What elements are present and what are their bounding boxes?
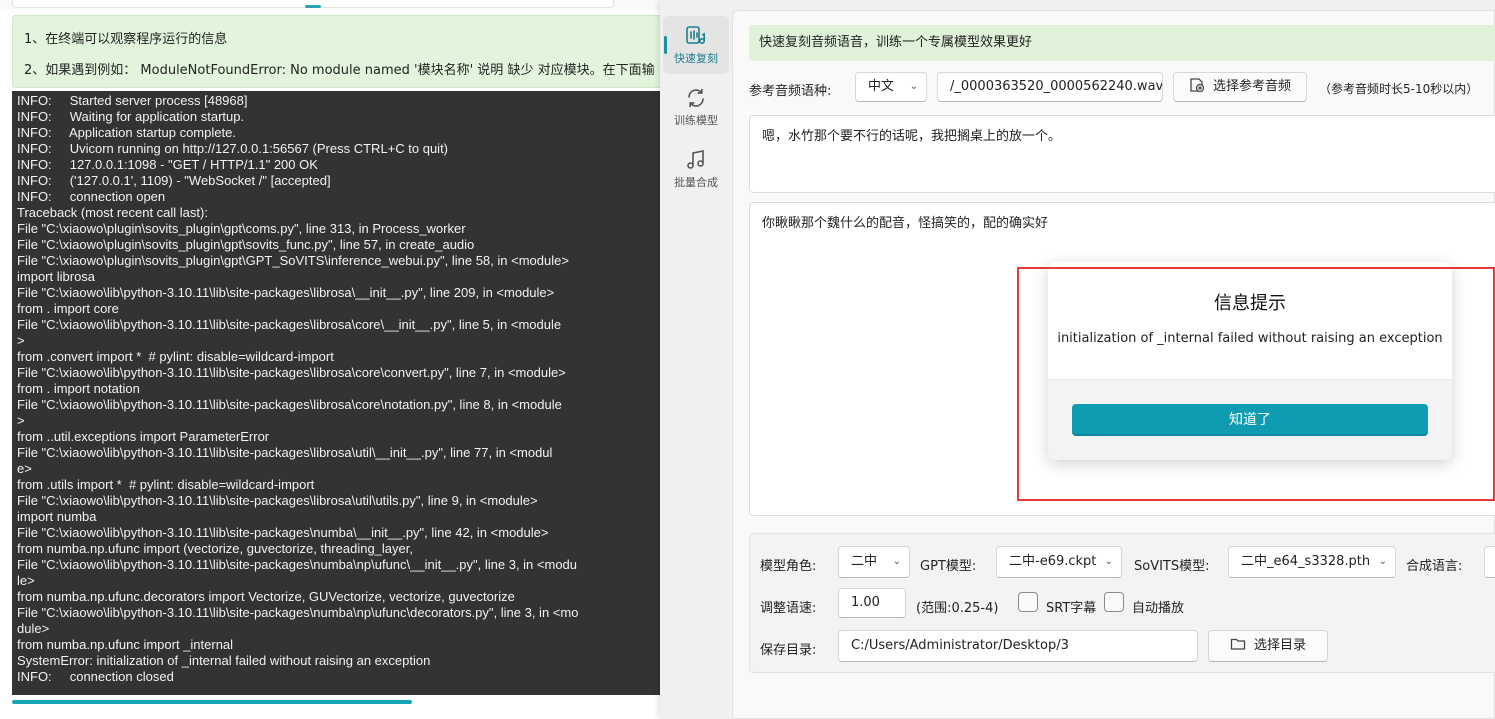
- terminal-line: File "C:\xiaowo\lib\python-3.10.11\lib\s…: [17, 365, 566, 380]
- hint-line-1: 1、在终端可以观察程序运行的信息: [24, 32, 228, 47]
- terminal-line: import numba: [17, 509, 97, 524]
- audio-clone-icon: [686, 26, 706, 45]
- music-note-icon: [687, 150, 704, 169]
- sovits-model-select[interactable]: 二中_e64_s3328.pth ⌄: [1228, 546, 1396, 578]
- terminal-line: File "C:\xiaowo\lib\python-3.10.11\lib\s…: [17, 557, 578, 572]
- terminal-line: SystemError: initialization of _internal…: [17, 653, 431, 668]
- terminal-line: File "C:\xiaowo\lib\python-3.10.11\lib\s…: [17, 397, 562, 412]
- terminal-line: from . import core: [17, 301, 119, 316]
- terminal-line: Traceback (most recent call last):: [17, 205, 208, 220]
- terminal-line: from ..util.exceptions import ParameterE…: [17, 429, 270, 444]
- sovits-model-label: SoVITS模型:: [1134, 559, 1210, 574]
- tab-indicator: [305, 5, 321, 8]
- terminal-line: INFO: connection open: [17, 189, 166, 204]
- gpt-model-label: GPT模型:: [920, 559, 977, 574]
- ref-text-input[interactable]: 嗯，水竹那个要不行的话呢，我把搁桌上的放一个。: [749, 115, 1495, 193]
- terminal-line: INFO: ('127.0.0.1', 1109) - "WebSocket /…: [17, 173, 331, 188]
- terminal-line: from numba.np.ufunc import _internal: [17, 637, 234, 652]
- terminal-line: INFO: Waiting for application startup.: [17, 109, 245, 124]
- terminal-line: File "C:\xiaowo\plugin\sovits_plugin\gpt…: [17, 237, 475, 252]
- terminal-line: >: [17, 413, 25, 428]
- hint-line-2: 2、如果遇到例如： ModuleNotFoundError: No module…: [24, 63, 655, 78]
- speed-label: 调整语速:: [760, 601, 817, 616]
- nav-label: 快速复刻: [674, 52, 718, 65]
- terminal-line: File "C:\xiaowo\lib\python-3.10.11\lib\s…: [17, 317, 562, 332]
- nav-item-train-model[interactable]: 训练模型: [663, 78, 729, 136]
- progress-bar: [12, 700, 412, 704]
- nav-label: 批量合成: [674, 176, 718, 189]
- settings-panel: 模型角色: 二中 ⌄ GPT模型: 二中-e69.ckpt ⌄ SoVITS模型…: [749, 533, 1495, 673]
- ref-lang-label: 参考音频语种:: [749, 84, 832, 99]
- sovits-model-value: 二中_e64_s3328.pth: [1241, 554, 1371, 569]
- terminal-line: INFO: Application startup complete.: [17, 125, 236, 140]
- autoplay-checkbox[interactable]: [1104, 592, 1124, 612]
- hint-box: 1、在终端可以观察程序运行的信息 2、如果遇到例如： ModuleNotFoun…: [12, 15, 660, 88]
- speed-input[interactable]: 1.00: [838, 588, 906, 618]
- terminal-line: le>: [17, 573, 35, 588]
- role-select[interactable]: 二中 ⌄: [838, 546, 910, 578]
- role-label: 模型角色:: [760, 559, 817, 574]
- chevron-down-icon: ⌄: [892, 556, 901, 567]
- synth-lang-select[interactable]: [1484, 546, 1495, 578]
- terminal-line: INFO: Uvicorn running on http://127.0.0.…: [17, 141, 449, 156]
- srt-checkbox[interactable]: [1018, 592, 1038, 612]
- terminal-line: INFO: 127.0.0.1:1098 - "GET / HTTP/1.1" …: [17, 157, 318, 172]
- terminal-line: import librosa: [17, 269, 96, 284]
- console-pane: 1、在终端可以观察程序运行的信息 2、如果遇到例如： ModuleNotFoun…: [0, 0, 660, 719]
- terminal-line: from .convert import * # pylint: disable…: [17, 349, 334, 364]
- choose-ref-audio-button[interactable]: 选择参考音频: [1173, 72, 1307, 102]
- autoplay-label: 自动播放: [1132, 601, 1185, 616]
- ref-audio-file-field[interactable]: /_0000363520_0000562240.wav: [937, 72, 1163, 102]
- terminal-output[interactable]: INFO: Started server process [48968] INFO…: [12, 91, 660, 695]
- terminal-line: from numba.np.ufunc.decorators import Ve…: [17, 589, 515, 604]
- terminal-line: File "C:\xiaowo\lib\python-3.10.11\lib\s…: [17, 285, 555, 300]
- side-nav: 快速复刻 训练模型 批量合成: [660, 0, 732, 719]
- add-file-icon: [1190, 78, 1205, 93]
- nav-label: 训练模型: [674, 114, 718, 127]
- role-value: 二中: [851, 554, 878, 569]
- terminal-line: File "C:\xiaowo\lib\python-3.10.11\lib\s…: [17, 605, 579, 620]
- terminal-line: dule>: [17, 621, 50, 636]
- chevron-down-icon: ⌄: [1378, 556, 1387, 567]
- terminal-line: File "C:\xiaowo\lib\python-3.10.11\lib\s…: [17, 525, 549, 540]
- terminal-line: File "C:\xiaowo\lib\python-3.10.11\lib\s…: [17, 445, 553, 460]
- terminal-line: from . import notation: [17, 381, 140, 396]
- save-dir-label: 保存目录:: [760, 643, 817, 658]
- terminal-line: INFO: Started server process [48968]: [17, 93, 248, 108]
- choose-dir-button[interactable]: 选择目录: [1208, 630, 1328, 662]
- info-banner: 快速复刻音频语音，训练一个专属模型效果更好: [749, 25, 1495, 61]
- speed-range-hint: (范围:0.25-4): [916, 601, 999, 616]
- terminal-line: File "C:\xiaowo\plugin\sovits_plugin\gpt…: [17, 221, 466, 236]
- terminal-line: INFO: connection closed: [17, 669, 174, 684]
- terminal-line: File "C:\xiaowo\lib\python-3.10.11\lib\s…: [17, 493, 538, 508]
- refresh-icon: [688, 88, 704, 108]
- choose-dir-label: 选择目录: [1253, 638, 1306, 653]
- srt-label: SRT字幕: [1046, 601, 1097, 616]
- gpt-model-select[interactable]: 二中-e69.ckpt ⌄: [996, 546, 1122, 578]
- save-dir-input[interactable]: C:/Users/Administrator/Desktop/3: [838, 630, 1198, 662]
- ref-lang-value: 中文: [868, 79, 895, 94]
- terminal-line: from .utils import * # pylint: disable=w…: [17, 477, 315, 492]
- ref-lang-select[interactable]: 中文 ⌄: [855, 72, 927, 102]
- choose-ref-audio-label: 选择参考音频: [1212, 79, 1291, 94]
- terminal-line: e>: [17, 461, 32, 476]
- folder-icon: [1230, 638, 1246, 650]
- terminal-line: File "C:\xiaowo\plugin\sovits_plugin\gpt…: [17, 253, 569, 268]
- ref-duration-hint: （参考音频时长5-10秒以内）: [1319, 82, 1479, 96]
- chevron-down-icon: ⌄: [909, 81, 918, 92]
- terminal-line: from numba.np.ufunc import (vectorize, g…: [17, 541, 413, 556]
- chevron-down-icon: ⌄: [1104, 556, 1113, 567]
- terminal-line: >: [17, 333, 25, 348]
- nav-item-batch-synth[interactable]: 批量合成: [663, 140, 729, 198]
- synth-lang-label: 合成语言:: [1406, 559, 1463, 574]
- nav-active-indicator: [664, 36, 667, 54]
- highlight-annotation-box: [1017, 267, 1495, 501]
- nav-item-quick-clone[interactable]: 快速复刻: [663, 16, 729, 74]
- gpt-model-value: 二中-e69.ckpt: [1009, 554, 1097, 569]
